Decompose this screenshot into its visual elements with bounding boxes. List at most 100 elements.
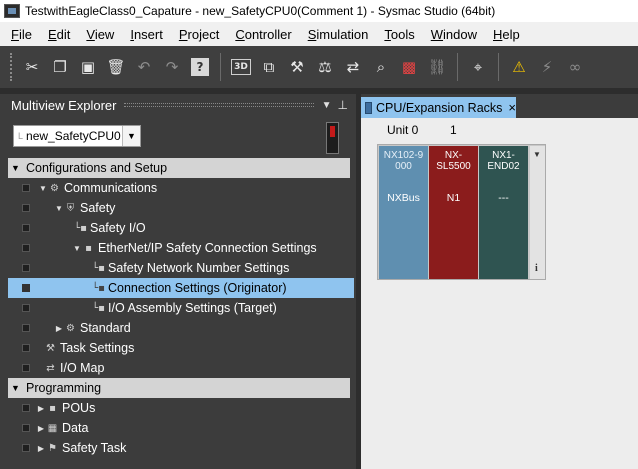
tree-item-standard[interactable]: ▶ ⚙ Standard [0,318,356,338]
communications-icon: ⚙ [50,182,59,194]
3d-view-icon[interactable]: 3D [231,59,251,75]
toolbar-separator-2 [457,53,458,81]
info-icon[interactable]: i [535,263,538,274]
tree-item-ethernet-ip[interactable]: ▼ ▪ EtherNet/IP Safety Connection Settin… [0,238,356,258]
data-icon: ▦ [47,422,58,434]
menu-project[interactable]: Project [171,27,227,42]
glasses-icon[interactable]: ∞ [562,54,588,80]
tree-label: Safety Network Number Settings [108,261,290,275]
expand-icon[interactable]: ▶ [36,404,46,413]
expand-icon[interactable]: ▶ [36,424,46,433]
search-icon[interactable]: ⌕ [368,54,394,80]
tree-label: Task Settings [60,341,135,355]
window-icon[interactable]: ⧉ [256,54,282,80]
collapse-icon[interactable]: ▼ [8,383,22,393]
compare-icon[interactable]: ⚖ [312,54,338,80]
undo-icon[interactable]: ↶ [131,54,157,80]
close-icon[interactable]: × [508,100,516,115]
settings-icon: └▪ [92,262,105,274]
online-icon[interactable]: ⚡ [534,54,560,80]
rack-unit-safety-cpu[interactable]: NX- SL5500 N1 [429,146,478,279]
menu-insert[interactable]: Insert [122,27,171,42]
device-dropdown[interactable]: L new_SafetyCPU0 ▼ [13,125,141,147]
dropdown-arrow-icon[interactable]: ▼ [122,126,140,146]
collapse-icon[interactable]: ▼ [72,244,82,253]
section-label: Configurations and Setup [26,161,168,175]
collapse-icon[interactable]: ▼ [38,184,48,193]
status-indicator [22,364,30,372]
help-icon[interactable]: ? [191,58,209,76]
error-icon[interactable]: ▩ [396,54,422,80]
menu-view[interactable]: View [78,27,122,42]
expand-icon[interactable]: ▶ [36,444,46,453]
menu-simulation[interactable]: Simulation [300,27,377,42]
delete-icon[interactable]: 🗑 [103,54,129,80]
tree-item-safety[interactable]: ▼ ⛨ Safety [0,198,356,218]
toolbar-separator-3 [498,53,499,81]
status-indicator [22,424,30,432]
tree-label: I/O Assembly Settings (Target) [108,301,277,315]
tree-item-connection-settings[interactable]: └▪ Connection Settings (Originator) [8,278,354,298]
tree-item-pous[interactable]: ▶ ▪ POUs [0,398,356,418]
section-label: Programming [26,381,102,395]
status-indicator [22,284,30,292]
copy-icon[interactable]: ❐ [47,54,73,80]
status-indicator [22,304,30,312]
tree-item-network-number[interactable]: └▪ Safety Network Number Settings [0,258,356,278]
tree-item-communications[interactable]: ▼ ⚙ Communications [0,178,356,198]
toolbar-grip[interactable] [10,53,14,81]
status-indicator [22,264,30,272]
menu-file[interactable]: File [3,27,40,42]
collapse-icon[interactable]: ▼ [54,204,64,213]
tree-label: Standard [80,321,131,335]
explorer-title: Multiview Explorer [11,97,117,113]
pin-icon[interactable]: ⊥ [338,98,348,112]
tree-label: POUs [62,401,96,415]
expand-icon[interactable]: ▶ [54,324,64,333]
paste-icon[interactable]: ▣ [75,54,101,80]
section-programming[interactable]: ▼ Programming [8,378,350,398]
cut-icon[interactable]: ✂ [19,54,45,80]
tree-label: Safety [80,201,116,215]
redo-icon[interactable]: ↷ [159,54,185,80]
explorer-header: Multiview Explorer ▼ ⊥ [0,94,356,116]
rack-unit-cpu[interactable]: NX102-9 000 NXBus [379,146,428,279]
tree-item-io-map[interactable]: ⇄ I/O Map [0,358,356,378]
tab-cpu-expansion-racks[interactable]: CPU/Expansion Racks × [361,97,516,118]
tree-item-safety-io[interactable]: └▪ Safety I/O [0,218,356,238]
tab-label: CPU/Expansion Racks [375,100,503,115]
app-icon[interactable] [4,4,20,18]
menu-controller[interactable]: Controller [227,27,299,42]
offline-icon[interactable]: ⛓ [424,54,450,80]
menu-edit[interactable]: Edit [40,27,78,42]
chevron-down-icon[interactable]: ▼ [533,150,541,159]
status-indicator [22,244,30,252]
tree-label: Communications [64,181,158,195]
tree-item-safety-task[interactable]: ▶ ⚑ Safety Task [0,438,356,458]
unit-bus: N1 [446,192,461,204]
safety-task-icon: ⚑ [48,442,57,454]
tree-label: EtherNet/IP Safety Connection Settings [98,241,317,255]
unit-name: NX- SL5500 [436,150,471,172]
task-icon: ⚒ [46,342,55,354]
tree-item-data[interactable]: ▶ ▦ Data [0,418,356,438]
chevron-down-icon[interactable]: ▼ [322,100,332,111]
menu-tools[interactable]: Tools [376,27,422,42]
monitor-icon[interactable]: ⌖ [465,54,491,80]
tree-item-io-assembly[interactable]: └▪ I/O Assembly Settings (Target) [0,298,356,318]
unit-name: NX1- END02 [487,150,520,172]
toolbar: ✂ ❐ ▣ 🗑 ↶ ↷ ? 3D ⧉ ⚒ ⚖ ⇄ ⌕ ▩ ⛓ ⌖ ⚠ ⚡ ∞ [0,46,638,88]
tree-item-task-settings[interactable]: ⚒ Task Settings [0,338,356,358]
transfer-icon[interactable]: ⇄ [340,54,366,80]
collapse-icon[interactable]: ▼ [8,163,22,173]
rack-icon [365,101,372,114]
warning-icon[interactable]: ⚠ [506,54,532,80]
menu-help[interactable]: Help [485,27,528,42]
build-icon[interactable]: ⚒ [284,54,310,80]
toolbar-separator [220,53,221,81]
rack-unit-end-cover[interactable]: NX1- END02 --- [479,146,528,279]
menu-window[interactable]: Window [423,27,485,42]
rack-header: Unit 0 1 [361,118,638,140]
section-configurations[interactable]: ▼ Configurations and Setup [8,158,350,178]
editor-panel: CPU/Expansion Racks × Unit 0 1 NX102-9 00… [361,94,638,469]
